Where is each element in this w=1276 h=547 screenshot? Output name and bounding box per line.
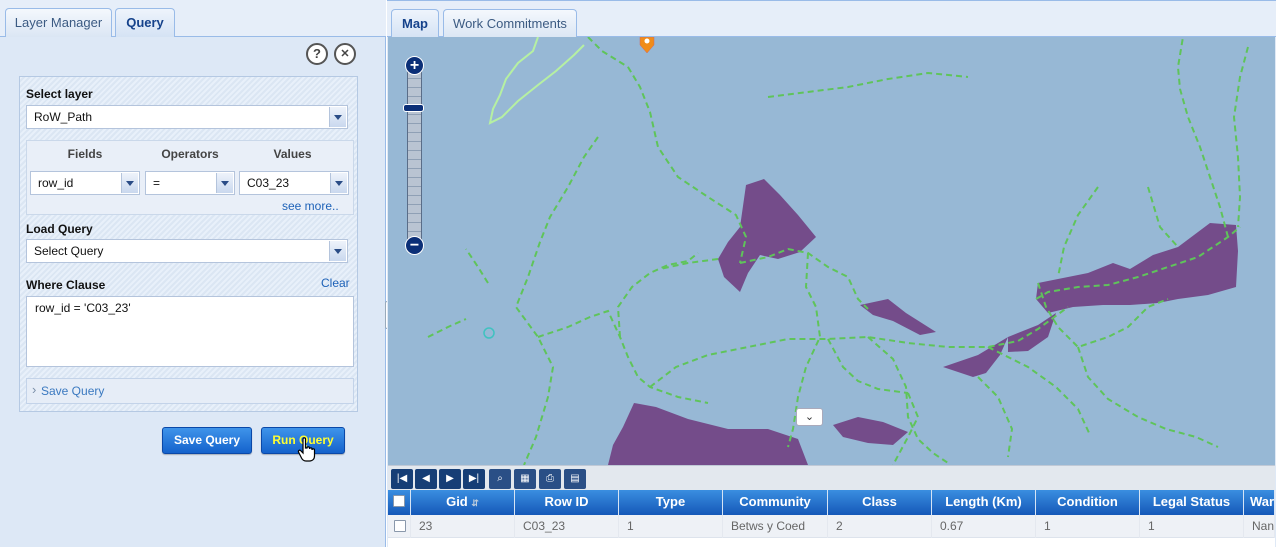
tab-layer-manager[interactable]: Layer Manager — [5, 8, 112, 37]
row-select-cell[interactable] — [388, 515, 411, 538]
next-page-icon[interactable]: ▶ — [439, 469, 461, 489]
see-more-link[interactable]: see more.. — [282, 199, 339, 213]
where-clause-input[interactable]: row_id = 'C03_23' — [26, 296, 354, 367]
zoom-to-selection-icon[interactable]: ⌕ — [489, 469, 511, 489]
print-icon[interactable]: ⎙ — [539, 469, 561, 489]
operator-select[interactable]: = — [145, 171, 235, 195]
chevron-down-icon[interactable] — [329, 107, 346, 127]
table-row[interactable]: 23 C03_23 1 Betws y Coed 2 0.67 1 1 Nant — [388, 515, 1275, 538]
column-header-legal-status[interactable]: Legal Status — [1140, 490, 1244, 515]
clear-link[interactable]: Clear — [321, 276, 350, 290]
values-header: Values — [273, 147, 312, 161]
column-header-type[interactable]: Type — [619, 490, 723, 515]
close-icon[interactable]: ✕ — [334, 43, 356, 65]
select-all-checkbox[interactable] — [393, 495, 405, 507]
chevron-down-icon[interactable] — [329, 241, 346, 261]
value-select-value: C03_23 — [247, 176, 290, 190]
zoom-slider-handle[interactable] — [403, 104, 424, 112]
save-query-button[interactable]: Save Query — [162, 427, 252, 454]
cell-class: 2 — [828, 515, 932, 538]
zoom-control: + − — [403, 56, 425, 256]
load-query-select[interactable]: Select Query — [26, 239, 348, 263]
select-all-header[interactable] — [388, 490, 411, 515]
tab-map[interactable]: Map — [391, 9, 439, 39]
expand-grid-button[interactable]: ⌄ — [796, 408, 823, 426]
map-canvas[interactable]: + − — [388, 37, 1275, 465]
cell-condition: 1 — [1036, 515, 1140, 538]
column-header-gid[interactable]: Gid ⇵ — [411, 490, 515, 515]
value-select[interactable]: C03_23 — [239, 171, 349, 195]
column-header-label: Gid — [446, 494, 468, 509]
locator-icon — [483, 327, 495, 339]
path-lines — [427, 37, 1249, 465]
chevron-down-icon[interactable] — [216, 173, 233, 193]
fields-header: Fields — [67, 147, 103, 161]
select-layer-label: Select layer — [26, 87, 93, 101]
operators-header: Operators — [161, 147, 219, 161]
chevron-down-icon[interactable] — [121, 173, 138, 193]
grid-toolbar: |◀ ◀ ▶ ▶| ⌕ ▦ ⎙ ▤ — [388, 465, 1275, 490]
hand-cursor-icon — [297, 437, 316, 462]
cell-type: 1 — [619, 515, 723, 538]
cell-community: Betws y Coed — [723, 515, 828, 538]
right-tab-bar: Map Work Commitments — [387, 0, 1276, 39]
results-grid: Gid ⇵ Row ID Type Community Class Length… — [388, 490, 1275, 547]
column-header-community[interactable]: Community — [723, 490, 828, 515]
export-excel-icon[interactable]: ▦ — [514, 469, 536, 489]
cell-gid: 23 — [411, 515, 515, 538]
row-checkbox[interactable] — [394, 520, 406, 532]
zoom-slider[interactable] — [407, 68, 422, 246]
query-panel: Layer Manager Query ? ✕ Select layer RoW… — [0, 0, 386, 547]
cell-row-id: C03_23 — [515, 515, 619, 538]
layer-select-value: RoW_Path — [34, 110, 93, 124]
load-query-value: Select Query — [34, 244, 104, 258]
operator-select-value: = — [153, 176, 161, 190]
cell-legal-status: 1 — [1140, 515, 1244, 538]
zoom-out-button[interactable]: − — [405, 236, 424, 255]
chevron-down-icon[interactable] — [330, 173, 347, 193]
where-clause-label: Where Clause — [26, 278, 106, 292]
column-header-length[interactable]: Length (Km) — [932, 490, 1036, 515]
first-page-icon[interactable]: |◀ — [391, 469, 413, 489]
map-panel: Map Work Commitments + − ⌄ |◀ ◀ ▶ ▶| ⌕ ▦… — [387, 0, 1276, 547]
column-header-class[interactable]: Class — [828, 490, 932, 515]
previous-page-icon[interactable]: ◀ — [415, 469, 437, 489]
cell-war: Nant — [1244, 515, 1275, 538]
map-marker-icon[interactable] — [639, 37, 655, 54]
left-tab-bar: Layer Manager Query — [0, 0, 386, 38]
tab-query[interactable]: Query — [115, 8, 175, 38]
cell-length: 0.67 — [932, 515, 1036, 538]
save-query-section-toggle[interactable]: Save Query — [26, 378, 354, 404]
help-icon[interactable]: ? — [306, 43, 328, 65]
column-header-row-id[interactable]: Row ID — [515, 490, 619, 515]
query-form: Select layer RoW_Path Fields Operators V… — [19, 76, 358, 412]
layer-select[interactable]: RoW_Path — [26, 105, 348, 129]
column-header-war[interactable]: War — [1244, 490, 1275, 515]
land-areas — [608, 179, 1238, 465]
tab-work-commitments[interactable]: Work Commitments — [443, 9, 577, 38]
column-header-condition[interactable]: Condition — [1036, 490, 1140, 515]
sort-icon: ⇵ — [471, 498, 479, 508]
field-select[interactable]: row_id — [30, 171, 140, 195]
load-query-label: Load Query — [26, 222, 93, 236]
map-layers — [427, 37, 1249, 465]
last-page-icon[interactable]: ▶| — [463, 469, 485, 489]
export-document-icon[interactable]: ▤ — [564, 469, 586, 489]
field-select-value: row_id — [38, 176, 74, 190]
query-panel-body: ? ✕ Select layer RoW_Path Fields Operato… — [0, 37, 385, 547]
zoom-in-button[interactable]: + — [405, 56, 424, 75]
